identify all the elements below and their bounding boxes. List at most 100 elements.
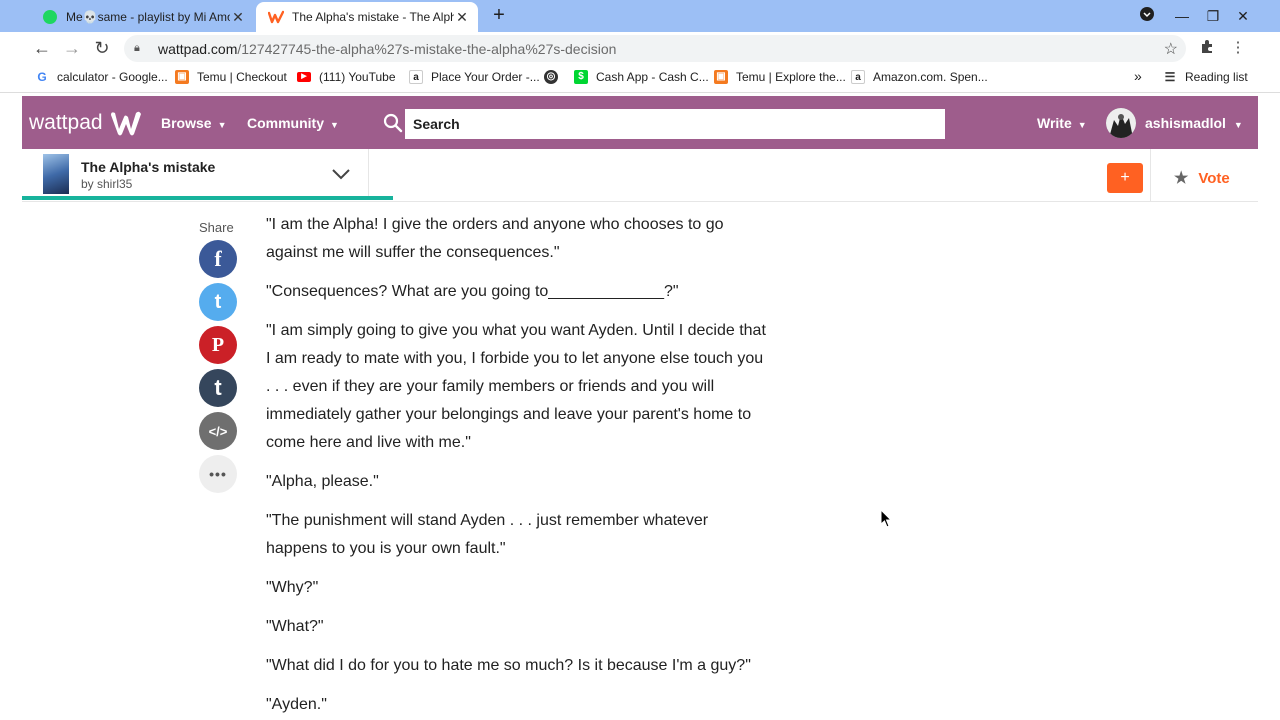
temu-icon: ▣	[175, 70, 189, 84]
caret-down-icon: ▼	[330, 120, 339, 130]
divider	[368, 149, 369, 197]
bookmark-temu-explore[interactable]: ▣ Temu | Explore the...	[714, 70, 846, 84]
story-cover[interactable]	[43, 154, 69, 194]
facebook-icon: f	[214, 246, 222, 271]
cashapp-icon: $	[574, 70, 588, 84]
search-icon[interactable]	[383, 113, 403, 133]
twitter-icon: t	[214, 290, 222, 313]
bookmark-amazon[interactable]: a Amazon.com. Spen...	[851, 70, 988, 84]
caret-down-icon: ▼	[217, 120, 227, 130]
story-author[interactable]: by shirl35	[81, 177, 132, 191]
wattpad-logo[interactable]: wattpad	[29, 109, 143, 137]
bookmark-label: Temu | Explore the...	[736, 70, 846, 84]
story-paragraph: "I am the Alpha! I give the orders and a…	[266, 216, 724, 261]
community-menu[interactable]: Community ▼	[247, 115, 339, 131]
more-share-button[interactable]: •••	[199, 455, 237, 493]
bookmark-temu-checkout[interactable]: ▣ Temu | Checkout	[175, 70, 287, 84]
story-paragraph: "I am simply going to give you what you …	[266, 322, 766, 451]
write-menu[interactable]: Write ▼	[1037, 115, 1087, 131]
story-title[interactable]: The Alpha's mistake	[81, 159, 215, 175]
chevron-down-icon[interactable]	[330, 165, 352, 183]
bookmark-calculator[interactable]: G calculator - Google...	[35, 70, 168, 84]
bookmark-place-order[interactable]: a Place Your Order -...	[409, 70, 540, 84]
tumblr-share-button[interactable]: t	[199, 369, 237, 407]
browser-tab-strip: Me💀same - playlist by Mi Amor ✕ The Alph…	[0, 0, 1280, 32]
more-icon: •••	[209, 466, 227, 482]
tab-title: Me💀same - playlist by Mi Amor	[66, 10, 230, 24]
temu-icon: ▣	[714, 70, 728, 84]
vote-label: Vote	[1198, 169, 1230, 187]
mouse-cursor-icon	[880, 509, 893, 528]
bookmark-label: Temu | Checkout	[197, 70, 287, 84]
back-button[interactable]: ←	[30, 36, 54, 60]
youtube-icon: ▶	[297, 72, 311, 82]
bookmark-globe[interactable]: ◎	[544, 70, 566, 84]
avatar[interactable]	[1106, 108, 1136, 138]
bookmarks-bar: G calculator - Google... ▣ Temu | Checko…	[0, 64, 1280, 93]
reading-list-button[interactable]: ☰ Reading list	[1163, 70, 1248, 84]
close-icon[interactable]: ✕	[230, 9, 246, 25]
amazon-icon: a	[409, 70, 423, 84]
story-paragraph: "Alpha, please."	[266, 473, 379, 490]
url-path: /127427745-the-alpha%27s-mistake-the-alp…	[237, 40, 617, 57]
reading-progress-bar	[22, 196, 393, 200]
tab-search-icon[interactable]	[1137, 7, 1157, 25]
minimize-icon[interactable]: —	[1172, 7, 1192, 25]
embed-icon: </>	[208, 423, 228, 439]
pinterest-icon: P	[211, 333, 225, 356]
tab-wattpad[interactable]: The Alpha's mistake - The Alpha ✕	[256, 2, 478, 32]
caret-down-icon: ▼	[1077, 120, 1087, 130]
share-label: Share	[199, 220, 234, 235]
story-paragraph: "What did I do for you to hate me so muc…	[266, 657, 751, 674]
wattpad-icon	[268, 9, 284, 25]
divider	[1150, 149, 1151, 201]
browse-menu[interactable]: Browse ▼	[161, 115, 227, 131]
tab-title: The Alpha's mistake - The Alpha	[292, 10, 454, 24]
spotify-icon	[42, 9, 58, 25]
pinterest-share-button[interactable]: P	[199, 326, 237, 364]
username-label: ashismadlol	[1145, 115, 1226, 131]
community-label: Community	[247, 115, 324, 131]
wattpad-page: wattpad Browse ▼ Community ▼ Write ▼ ashism…	[22, 96, 1258, 720]
write-label: Write	[1037, 115, 1072, 131]
wattpad-w-icon	[110, 111, 141, 136]
browse-label: Browse	[161, 115, 212, 131]
extensions-icon[interactable]	[1197, 38, 1217, 58]
add-to-library-button[interactable]: +	[1107, 163, 1143, 193]
bookmark-cashapp[interactable]: $ Cash App - Cash C...	[574, 70, 709, 84]
reading-list-icon: ☰	[1164, 70, 1176, 84]
browser-toolbar: ← → ↻ 🔒︎ wattpad.com/127427745-the-alpha…	[0, 32, 1280, 64]
story-paragraph: "The punishment will stand Ayden . . . j…	[266, 512, 709, 557]
google-icon: G	[37, 70, 47, 84]
story-paragraph: "What?"	[266, 618, 324, 635]
window-close-icon[interactable]: ✕	[1233, 7, 1253, 25]
new-tab-button[interactable]: +	[488, 5, 510, 27]
story-paragraph: "Consequences? What are you going to____…	[266, 283, 679, 300]
bookmark-youtube[interactable]: ▶ (111) YouTube	[297, 70, 396, 84]
tumblr-icon: t	[214, 375, 222, 400]
search-input[interactable]	[405, 109, 945, 139]
story-paragraph: "Why?"	[266, 579, 319, 596]
story-text: "I am the Alpha! I give the orders and a…	[266, 211, 766, 720]
bookmark-label: Cash App - Cash C...	[596, 70, 709, 84]
bookmark-label: calculator - Google...	[57, 70, 168, 84]
story-bar: The Alpha's mistake by shirl35 + ★ Vote	[22, 149, 1258, 202]
vote-button[interactable]: ★ Vote	[1174, 168, 1230, 188]
close-icon[interactable]: ✕	[454, 9, 470, 25]
embed-share-button[interactable]: </>	[199, 412, 237, 450]
menu-icon[interactable]: ⋮	[1228, 38, 1248, 58]
story-paragraph: "Ayden."	[266, 696, 327, 713]
more-bookmarks-button[interactable]: »	[1134, 68, 1142, 84]
reload-button[interactable]: ↻	[90, 36, 114, 60]
bookmark-star-icon[interactable]: ☆	[1164, 39, 1178, 59]
address-bar[interactable]: 🔒︎ wattpad.com/127427745-the-alpha%27s-m…	[124, 35, 1186, 62]
facebook-share-button[interactable]: f	[199, 240, 237, 278]
caret-down-icon: ▼	[1233, 120, 1243, 130]
tab-spotify[interactable]: Me💀same - playlist by Mi Amor ✕	[30, 2, 254, 32]
restore-icon[interactable]: ❐	[1203, 7, 1223, 25]
bookmark-label: Place Your Order -...	[431, 70, 540, 84]
twitter-share-button[interactable]: t	[199, 283, 237, 321]
url-host: wattpad.com	[158, 40, 238, 57]
user-menu[interactable]: ashismadlol ▼	[1145, 115, 1243, 131]
forward-button[interactable]: →	[60, 36, 84, 60]
